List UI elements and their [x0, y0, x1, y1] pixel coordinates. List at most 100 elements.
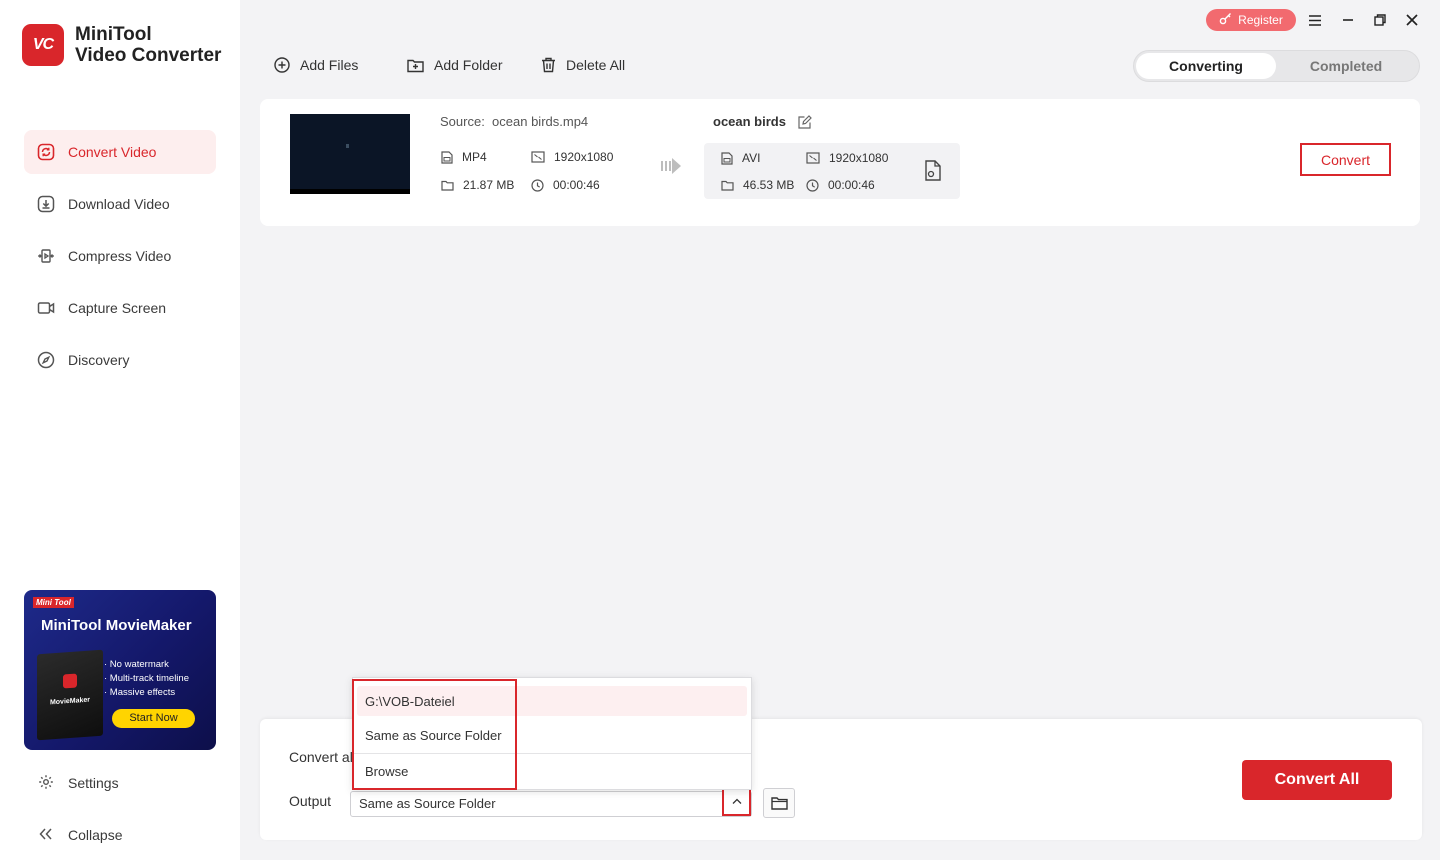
sidebar-item-convert-video[interactable]: Convert Video — [24, 130, 216, 174]
promo-title: MiniTool MovieMaker — [41, 617, 192, 634]
sidebar-item-capture-screen[interactable]: Capture Screen — [24, 286, 216, 330]
sidebar-nav: Convert Video Download Video Compress Vi… — [24, 130, 216, 390]
sidebar-item-label: Capture Screen — [68, 300, 167, 316]
folder-icon — [770, 796, 788, 810]
target-duration-value: 00:00:46 — [828, 178, 875, 192]
target-resolution-value: 1920x1080 — [829, 151, 889, 165]
folder-icon — [441, 180, 454, 191]
convert-all-files-label: Convert al — [289, 749, 353, 765]
source-format: MP4 — [441, 150, 487, 164]
chevron-up-icon[interactable] — [722, 787, 751, 816]
folder-plus-icon — [407, 58, 424, 73]
video-thumbnail[interactable] — [290, 114, 410, 194]
register-label: Register — [1238, 13, 1283, 27]
target-size: 46.53 MB — [721, 178, 794, 192]
source-size-value: 21.87 MB — [463, 178, 515, 192]
app-title-line2: Video Converter — [75, 45, 222, 66]
add-files-label: Add Files — [300, 57, 359, 73]
close-icon[interactable] — [1402, 10, 1422, 30]
collapse-button[interactable]: Collapse — [24, 817, 216, 853]
source-resolution: 1920x1080 — [531, 150, 613, 164]
settings-button[interactable]: Settings — [24, 765, 216, 801]
source-label: Source: — [440, 114, 485, 129]
source-resolution-value: 1920x1080 — [554, 150, 614, 164]
camera-icon — [37, 299, 55, 317]
tab-completed[interactable]: Completed — [1276, 53, 1416, 79]
dropdown-option-vob-dateiel[interactable]: G:\VOB-Dateiel — [357, 686, 747, 716]
delete-all-label: Delete All — [566, 57, 626, 73]
minitool-brand-badge: Mini Tool — [33, 597, 74, 608]
download-icon — [37, 195, 55, 213]
dropdown-option-browse[interactable]: Browse — [353, 754, 751, 789]
restore-icon[interactable] — [1370, 10, 1390, 30]
target-size-value: 46.53 MB — [743, 178, 795, 192]
source-duration: 00:00:46 — [531, 178, 600, 192]
register-button[interactable]: Register — [1206, 9, 1296, 31]
promo-box-label: MovieMaker — [49, 696, 91, 707]
double-chevron-left-icon — [37, 827, 55, 843]
open-folder-button[interactable] — [763, 788, 795, 818]
file-format-icon — [441, 150, 453, 164]
app-title-line1: MiniTool — [75, 24, 152, 45]
add-folder-button[interactable]: Add Folder — [407, 57, 502, 73]
resolution-icon — [531, 151, 545, 163]
conversion-task-card: Source: ocean birds.mp4 MP4 1920x1080 21… — [260, 99, 1420, 226]
moviemaker-promo-banner[interactable]: Mini Tool MiniTool MovieMaker MovieMaker… — [24, 590, 216, 750]
plus-circle-icon — [274, 57, 290, 73]
target-duration: 00:00:46 — [806, 178, 875, 192]
file-settings-icon[interactable] — [924, 160, 942, 181]
target-format: AVI — [721, 151, 760, 165]
gear-icon — [37, 774, 55, 793]
file-format-icon — [721, 151, 733, 165]
app-title: MiniTool Video Converter — [75, 24, 221, 66]
sidebar-item-label: Discovery — [68, 352, 130, 368]
moviemaker-box-image: MovieMaker — [37, 649, 103, 741]
compass-icon — [37, 351, 55, 369]
vc-logo-icon: VC — [22, 24, 64, 66]
promo-feature: · Multi-track timeline — [104, 673, 189, 684]
output-label: Output — [289, 793, 332, 809]
convert-icon — [37, 143, 55, 161]
sidebar-item-discovery[interactable]: Discovery — [24, 338, 216, 382]
source-filename: ocean birds.mp4 — [492, 114, 589, 129]
target-resolution: 1920x1080 — [806, 151, 888, 165]
convert-all-button[interactable]: Convert All — [1242, 760, 1392, 800]
sidebar-item-label: Convert Video — [68, 144, 157, 160]
tab-converting[interactable]: Converting — [1136, 53, 1276, 79]
sidebar-item-label: Compress Video — [68, 248, 172, 264]
promo-feature: · Massive effects — [104, 687, 176, 698]
start-now-button[interactable]: Start Now — [112, 709, 195, 728]
trash-icon — [541, 57, 556, 73]
compress-icon — [37, 247, 55, 265]
hamburger-icon[interactable] — [1305, 10, 1325, 30]
sidebar-item-compress-video[interactable]: Compress Video — [24, 234, 216, 278]
source-duration-value: 00:00:46 — [553, 178, 600, 192]
edit-icon[interactable] — [798, 114, 812, 129]
target-format-value: AVI — [742, 151, 761, 165]
collapse-label: Collapse — [68, 827, 123, 843]
status-tabs: Converting Completed — [1133, 50, 1420, 82]
delete-all-button[interactable]: Delete All — [541, 57, 625, 73]
add-files-button[interactable]: Add Files — [274, 57, 358, 73]
source-size: 21.87 MB — [441, 178, 514, 192]
clock-icon — [531, 178, 544, 192]
source-format-value: MP4 — [462, 150, 487, 164]
sidebar-item-download-video[interactable]: Download Video — [24, 182, 216, 226]
clock-icon — [806, 178, 819, 192]
key-icon — [1219, 12, 1232, 28]
minimize-icon[interactable] — [1338, 10, 1358, 30]
output-path-select[interactable]: Same as Source Folder — [350, 791, 752, 817]
dropdown-option-same-as-source[interactable]: Same as Source Folder — [353, 718, 751, 753]
output-dropdown-menu: G:\VOB-Dateiel Same as Source Folder Bro… — [352, 677, 752, 790]
promo-features: · No watermark · Multi-track timeline · … — [104, 658, 189, 700]
app-logo: VC MiniTool Video Converter — [22, 24, 221, 66]
sidebar: VC MiniTool Video Converter Convert Vide… — [0, 0, 240, 860]
thumbnail-detail — [346, 144, 349, 148]
convert-button[interactable]: Convert — [1300, 143, 1391, 176]
settings-label: Settings — [68, 775, 119, 791]
promo-feature: · No watermark — [104, 659, 169, 670]
target-format-panel[interactable]: AVI 1920x1080 46.53 MB 00:00:46 — [704, 143, 960, 199]
add-folder-label: Add Folder — [434, 57, 503, 73]
sidebar-item-label: Download Video — [68, 196, 170, 212]
resolution-icon — [806, 152, 820, 164]
